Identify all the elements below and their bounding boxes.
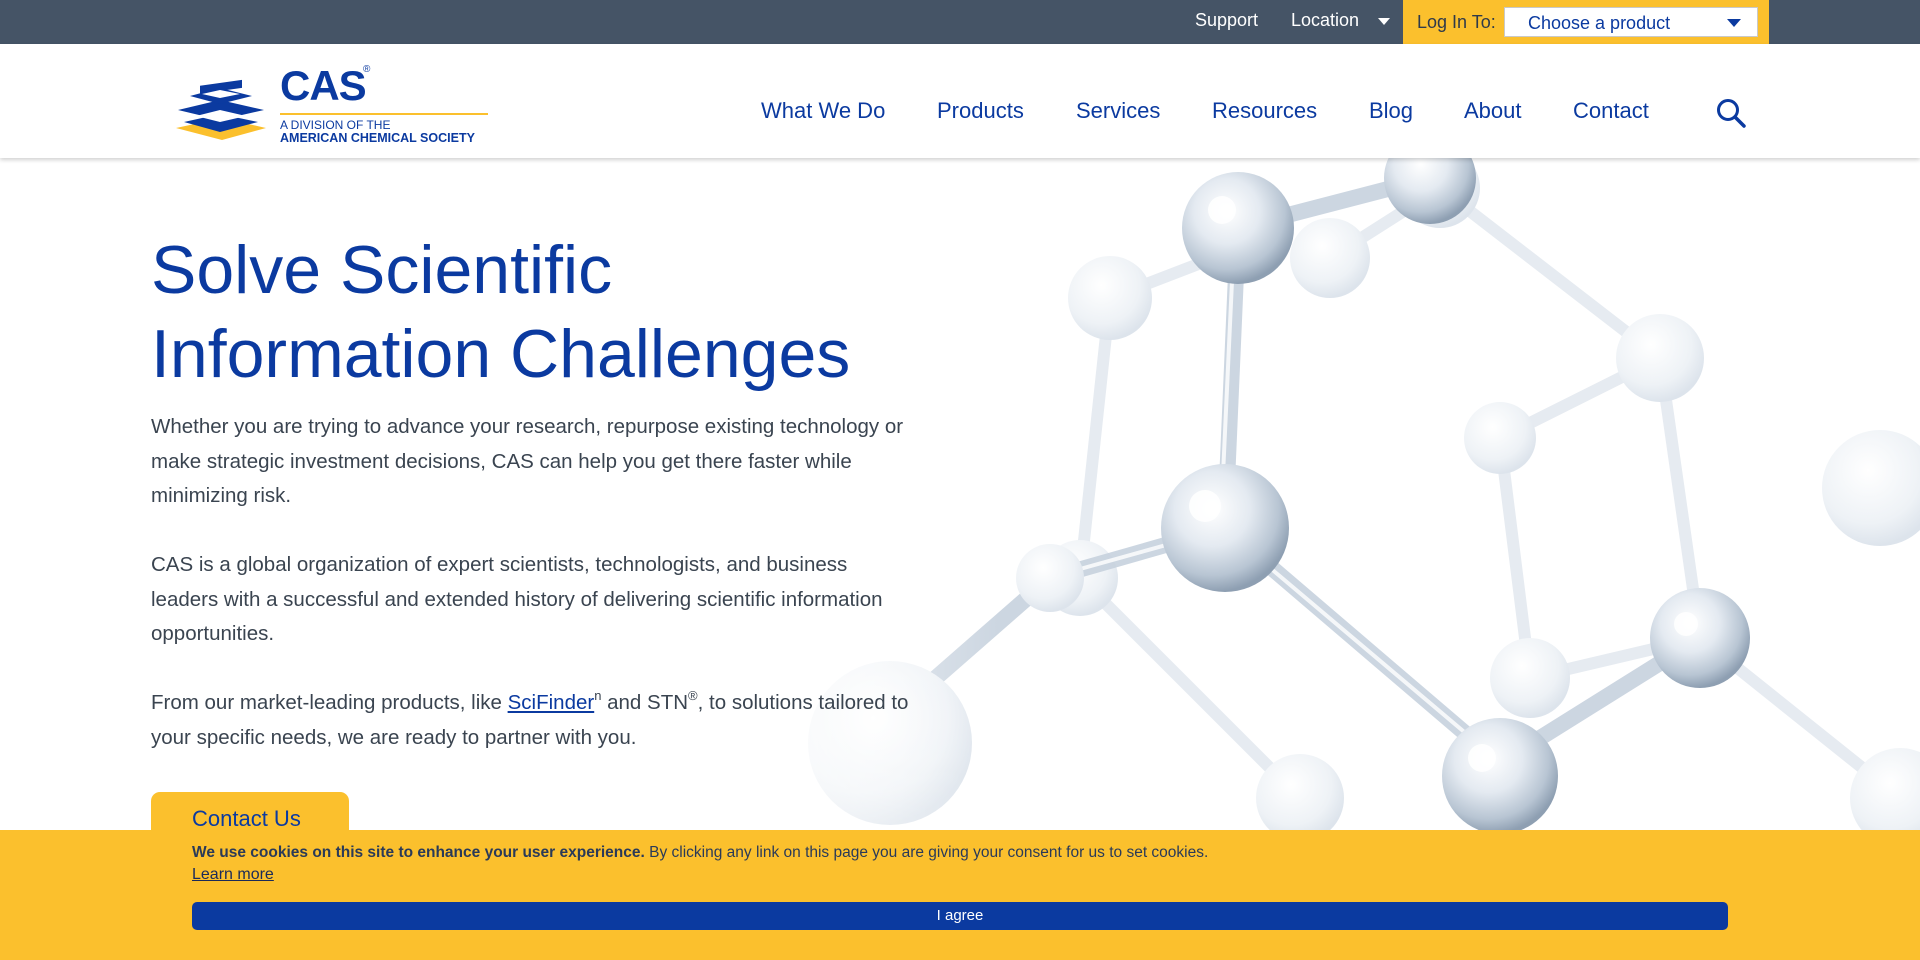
hero-paragraph-1: Whether you are trying to advance your r…	[151, 415, 904, 507]
contact-us-label: Contact Us	[192, 806, 301, 830]
nav-item-about[interactable]: About	[1464, 98, 1522, 124]
nav-item-blog[interactable]: Blog	[1369, 98, 1413, 124]
logo-divider	[280, 113, 488, 115]
nav-item-resources[interactable]: Resources	[1212, 98, 1317, 124]
login-label: Log In To:	[1417, 12, 1496, 32]
main-header: CAS ® A DIVISION OF THE AMERICAN CHEMICA…	[0, 44, 1920, 158]
location-menu[interactable]: Location	[1291, 10, 1359, 31]
cookie-message-bold: We use cookies on this site to enhance y…	[192, 844, 645, 861]
hero-paragraph-2: CAS is a global organization of expert s…	[151, 553, 883, 645]
hero-title-line-2: Information Challenges	[151, 316, 851, 392]
nav-item-contact[interactable]: Contact	[1573, 98, 1649, 124]
hero-paragraph-3: From our market-leading products, like S…	[151, 686, 911, 755]
cas-logo[interactable]: CAS ® A DIVISION OF THE AMERICAN CHEMICA…	[170, 62, 500, 146]
nav-item-products[interactable]: Products	[937, 98, 1024, 124]
cas-logo-mark-icon	[176, 79, 266, 140]
search-icon	[1717, 99, 1746, 128]
cookie-message-text: By clicking any link on this page you ar…	[644, 844, 1209, 861]
i-agree-button[interactable]: I agree	[192, 902, 1728, 930]
nav-item-services[interactable]: Services	[1076, 98, 1160, 124]
product-select-value: Choose a product	[1528, 13, 1671, 33]
utility-bar: Support Location Log In To: Choose a pro…	[0, 0, 1920, 44]
stn-registered-mark: ®	[688, 688, 698, 703]
nav-item-what-we-do[interactable]: What We Do	[761, 98, 885, 124]
product-select[interactable]: Choose a product	[1504, 7, 1758, 37]
para-3-start: From our market-leading products, like	[151, 691, 508, 714]
support-link[interactable]: Support	[1195, 10, 1258, 31]
logo-subtitle-1: A DIVISION OF THE	[280, 118, 391, 132]
logo-registered-mark: ®	[363, 64, 371, 75]
scifinder-link[interactable]: SciFinder	[508, 691, 595, 714]
chevron-down-icon	[1727, 19, 1741, 27]
hero-title: Solve Scientific Information Challenges	[151, 228, 951, 396]
cookie-message: We use cookies on this site to enhance y…	[192, 844, 1208, 862]
login-box: Log In To: Choose a product	[1403, 0, 1769, 44]
contact-us-button[interactable]: Contact Us	[151, 792, 349, 830]
hero-title-line-1: Solve Scientific	[151, 232, 613, 308]
logo-wordmark: CAS	[280, 62, 367, 109]
logo-subtitle-2: AMERICAN CHEMICAL SOCIETY	[280, 131, 475, 145]
chevron-down-icon[interactable]	[1378, 18, 1390, 25]
search-button[interactable]	[1714, 96, 1748, 130]
learn-more-link[interactable]: Learn more	[192, 866, 274, 884]
para-3-mid: and STN	[601, 691, 689, 714]
hero-section: Solve Scientific Information Challenges …	[0, 158, 1920, 830]
cookie-banner: We use cookies on this site to enhance y…	[0, 830, 1920, 960]
